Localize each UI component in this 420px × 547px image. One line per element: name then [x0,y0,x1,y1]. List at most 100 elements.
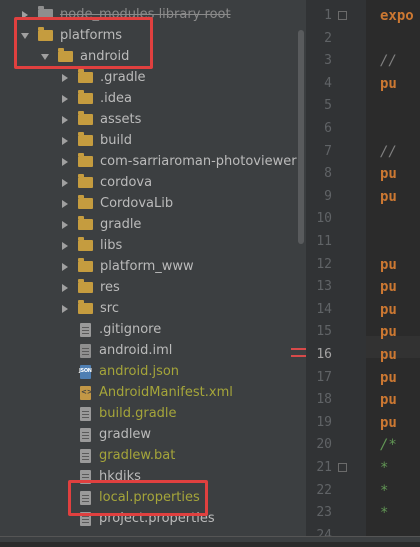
tree-scrollbar[interactable] [298,30,304,244]
line-number: 14 [316,301,332,317]
tree-item-label: gradlew [99,427,152,442]
tree-item-label: com-sarriaroman-photoviewer [100,154,297,169]
line-number: 1 [324,8,332,23]
tree-item-android-iml[interactable]: android.iml [0,340,306,361]
tree-item-label: platform_www [100,259,194,274]
code-line: pu [380,188,397,205]
line-number: 4 [324,75,332,91]
code-line: pu [380,414,397,431]
tree-item-assets[interactable]: assets [0,109,306,130]
expand-right-arrow-icon[interactable] [60,178,70,188]
folder-icon [78,279,93,293]
code-line: pu [380,166,397,183]
folder-icon [78,69,93,83]
code-line: * [380,505,389,522]
highlight-box-local-properties [68,480,208,516]
code-line: pu [380,301,397,318]
tree-item-gradlew-bat[interactable]: gradlew.bat [0,445,306,466]
line-number: 8 [324,166,332,182]
line-number: 9 [324,188,332,204]
folder-icon [78,300,93,314]
tree-item-label: cordova [100,175,153,190]
tree-item-idea[interactable]: .idea [0,88,306,109]
tree-item-platform-www[interactable]: platform_www [0,256,306,277]
line-number: 17 [316,369,332,385]
folder-icon [78,237,93,251]
expand-right-arrow-icon[interactable] [60,241,70,251]
code-line: // [380,53,397,70]
line-number: 12 [316,256,332,272]
file-icon [80,427,91,442]
line-number: 22 [316,482,332,498]
tree-item-build-gradle[interactable]: build.gradle [0,403,306,424]
tree-item-label: .idea [100,91,132,106]
expand-right-arrow-icon[interactable] [60,220,70,230]
fold-open-marker-icon[interactable] [338,11,347,20]
folder-icon [78,258,93,272]
tree-item-label: gradle [100,217,142,232]
tree-item-androidmanifest-xml[interactable]: <> AndroidManifest.xml [0,382,306,403]
expand-right-arrow-icon[interactable] [60,262,70,272]
folder-icon [78,90,93,104]
highlight-box-platforms [14,17,153,69]
code-line: // [380,143,397,160]
file-icon [80,322,91,337]
tree-item-libs[interactable]: libs [0,235,306,256]
code-line: pu [380,279,397,296]
tree-item-build[interactable]: build [0,130,306,151]
tree-item-label: build.gradle [99,406,177,421]
folder-icon [78,195,93,209]
tree-item-label: CordovaLib [100,196,174,211]
tree-item-label: assets [100,112,142,127]
line-number: 6 [324,121,332,136]
expand-right-arrow-icon[interactable] [60,73,70,83]
folder-icon [78,216,93,230]
folder-icon [78,111,93,125]
file-icon [80,406,91,421]
expand-right-arrow-icon[interactable] [60,199,70,209]
folder-icon [78,132,93,146]
tree-item-cordovalib[interactable]: CordovaLib [0,193,306,214]
expand-right-arrow-icon[interactable] [60,304,70,314]
code-line: * [380,460,389,476]
tree-item-com-sarriaroman-photoviewer[interactable]: com-sarriaroman-photoviewer [0,151,306,172]
xml-icon-text: <> [81,387,93,396]
file-icon [80,448,91,463]
tree-item-res[interactable]: res [0,277,306,298]
line-number: 18 [316,392,332,408]
expand-right-arrow-icon[interactable] [60,283,70,293]
tree-item-cordova[interactable]: cordova [0,172,306,193]
tree-item-gitignore[interactable]: .gitignore [0,319,306,340]
tree-item-src[interactable]: src [0,298,306,319]
code-editor[interactable]: expo // pu // pu pu pu pu pu pu pu pu pu pu /* * * * [366,0,420,541]
line-number: 15 [316,324,332,340]
tree-item-gradlew[interactable]: gradlew [0,424,306,445]
json-file-icon: JSON [79,364,92,379]
expand-right-arrow-icon[interactable] [60,157,70,167]
expand-right-arrow-icon[interactable] [60,136,70,146]
folder-icon [78,153,93,167]
tree-item-android-json[interactable]: JSON android.json [0,361,306,382]
tree-item-label: .gradle [100,70,146,85]
code-line: * [380,482,389,499]
folder-icon [78,174,93,188]
tree-item-label: build [100,133,132,148]
line-number: 21 [316,460,332,475]
xml-file-icon: <> [80,385,93,400]
line-number: 13 [316,279,332,295]
tree-item-label: .gitignore [99,322,162,337]
tree-item-gradle[interactable]: .gradle [0,67,306,88]
line-number: 16 [316,347,332,362]
expand-right-arrow-icon[interactable] [60,115,70,125]
line-number: 7 [324,143,332,159]
tree-item-gradle[interactable]: gradle [0,214,306,235]
tree-item-label: src [100,301,119,316]
code-line: expo [380,8,414,24]
tree-item-label: gradlew.bat [99,448,176,463]
line-number: 10 [316,211,332,227]
code-line: pu [380,347,397,363]
tree-item-label: libs [100,238,123,253]
fold-open-marker-icon[interactable] [338,463,347,472]
expand-right-arrow-icon[interactable] [60,94,70,104]
code-line: pu [380,324,397,341]
